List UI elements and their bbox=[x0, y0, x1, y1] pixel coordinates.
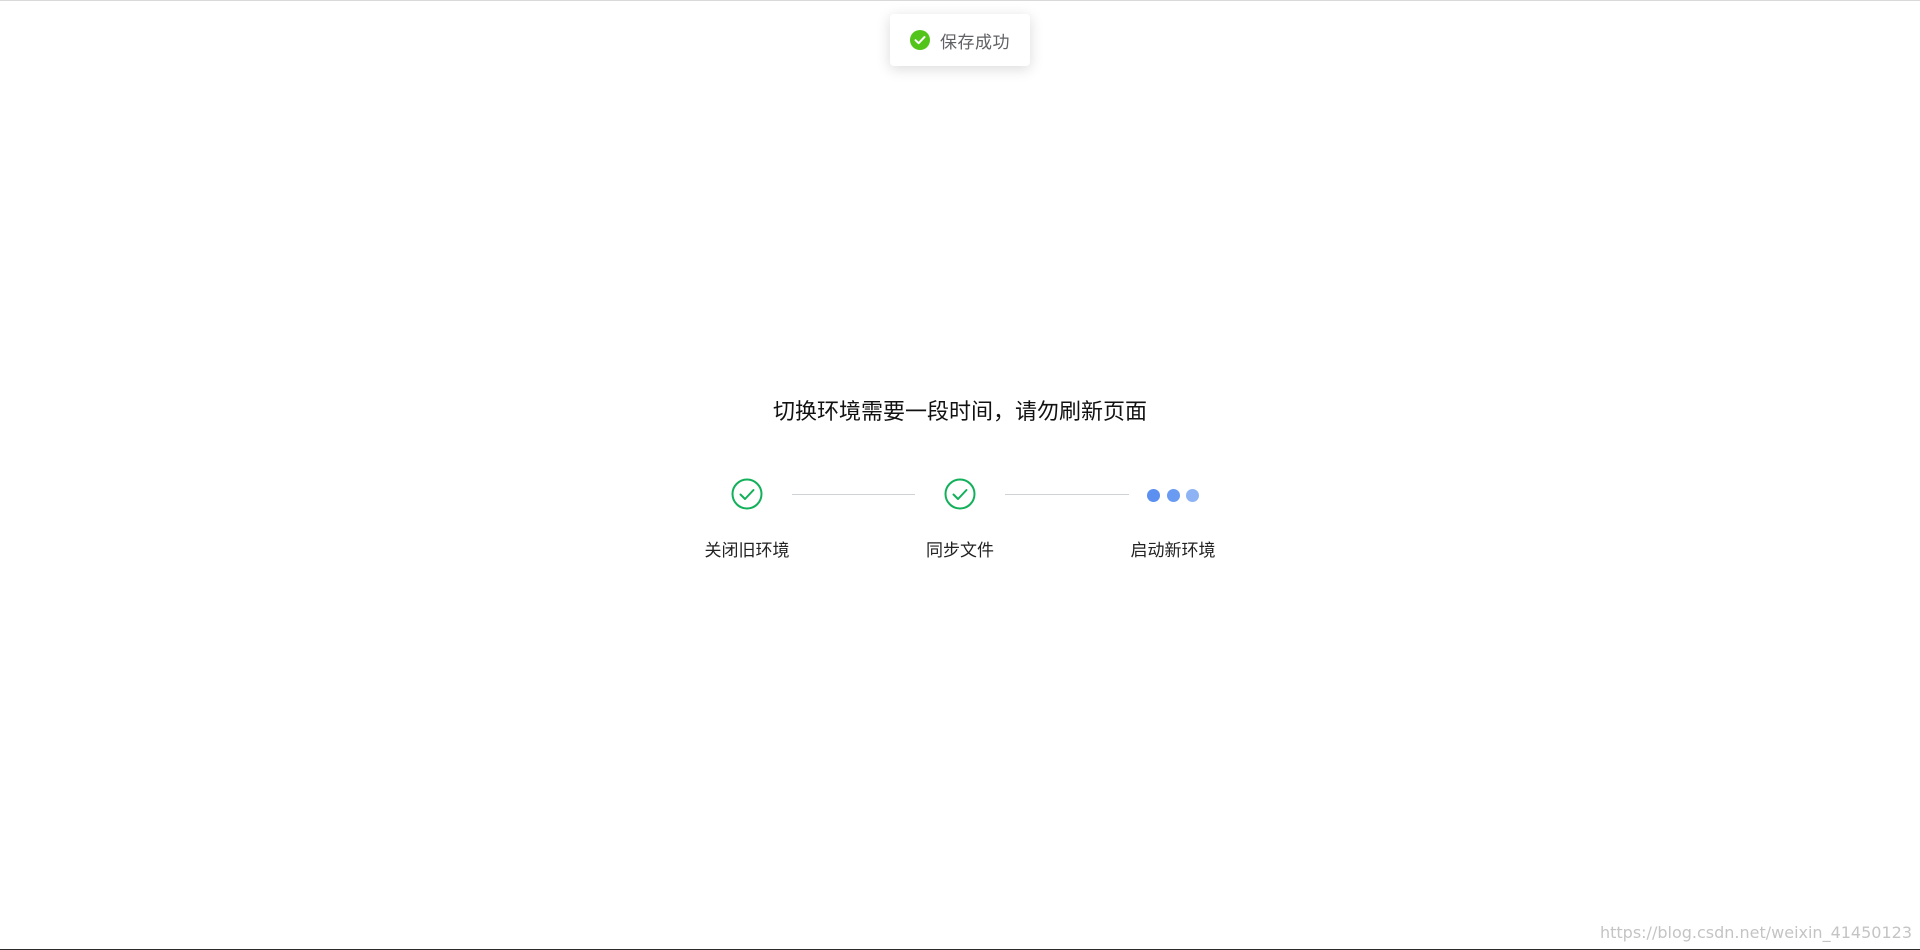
loading-dot bbox=[1186, 488, 1199, 502]
toast-message: 保存成功 bbox=[940, 32, 1010, 53]
success-toast: 保存成功 bbox=[890, 14, 1030, 66]
page: 保存成功 切换环境需要一段时间，请勿刷新页面 关闭旧环境 同步文件 启动新环境 … bbox=[0, 0, 1920, 950]
page-title: 切换环境需要一段时间，请勿刷新页面 bbox=[772, 400, 1147, 425]
loading-dots-icon bbox=[1147, 487, 1199, 503]
watermark-text: https://blog.csdn.net/weixin_41450123 bbox=[1599, 923, 1912, 942]
loading-dot bbox=[1147, 488, 1160, 502]
progress-steps: 关闭旧环境 同步文件 启动新环境 bbox=[0, 473, 1920, 573]
check-circle-icon bbox=[944, 478, 976, 510]
check-circle-icon bbox=[731, 478, 763, 510]
success-check-icon bbox=[910, 30, 930, 50]
step-label-start-new-env: 启动新环境 bbox=[1130, 541, 1216, 561]
step-label-sync-files: 同步文件 bbox=[926, 541, 994, 561]
step-label-close-old-env: 关闭旧环境 bbox=[704, 541, 790, 561]
step-connector bbox=[792, 494, 915, 495]
loading-dot bbox=[1166, 488, 1180, 502]
step-connector bbox=[1005, 494, 1129, 495]
